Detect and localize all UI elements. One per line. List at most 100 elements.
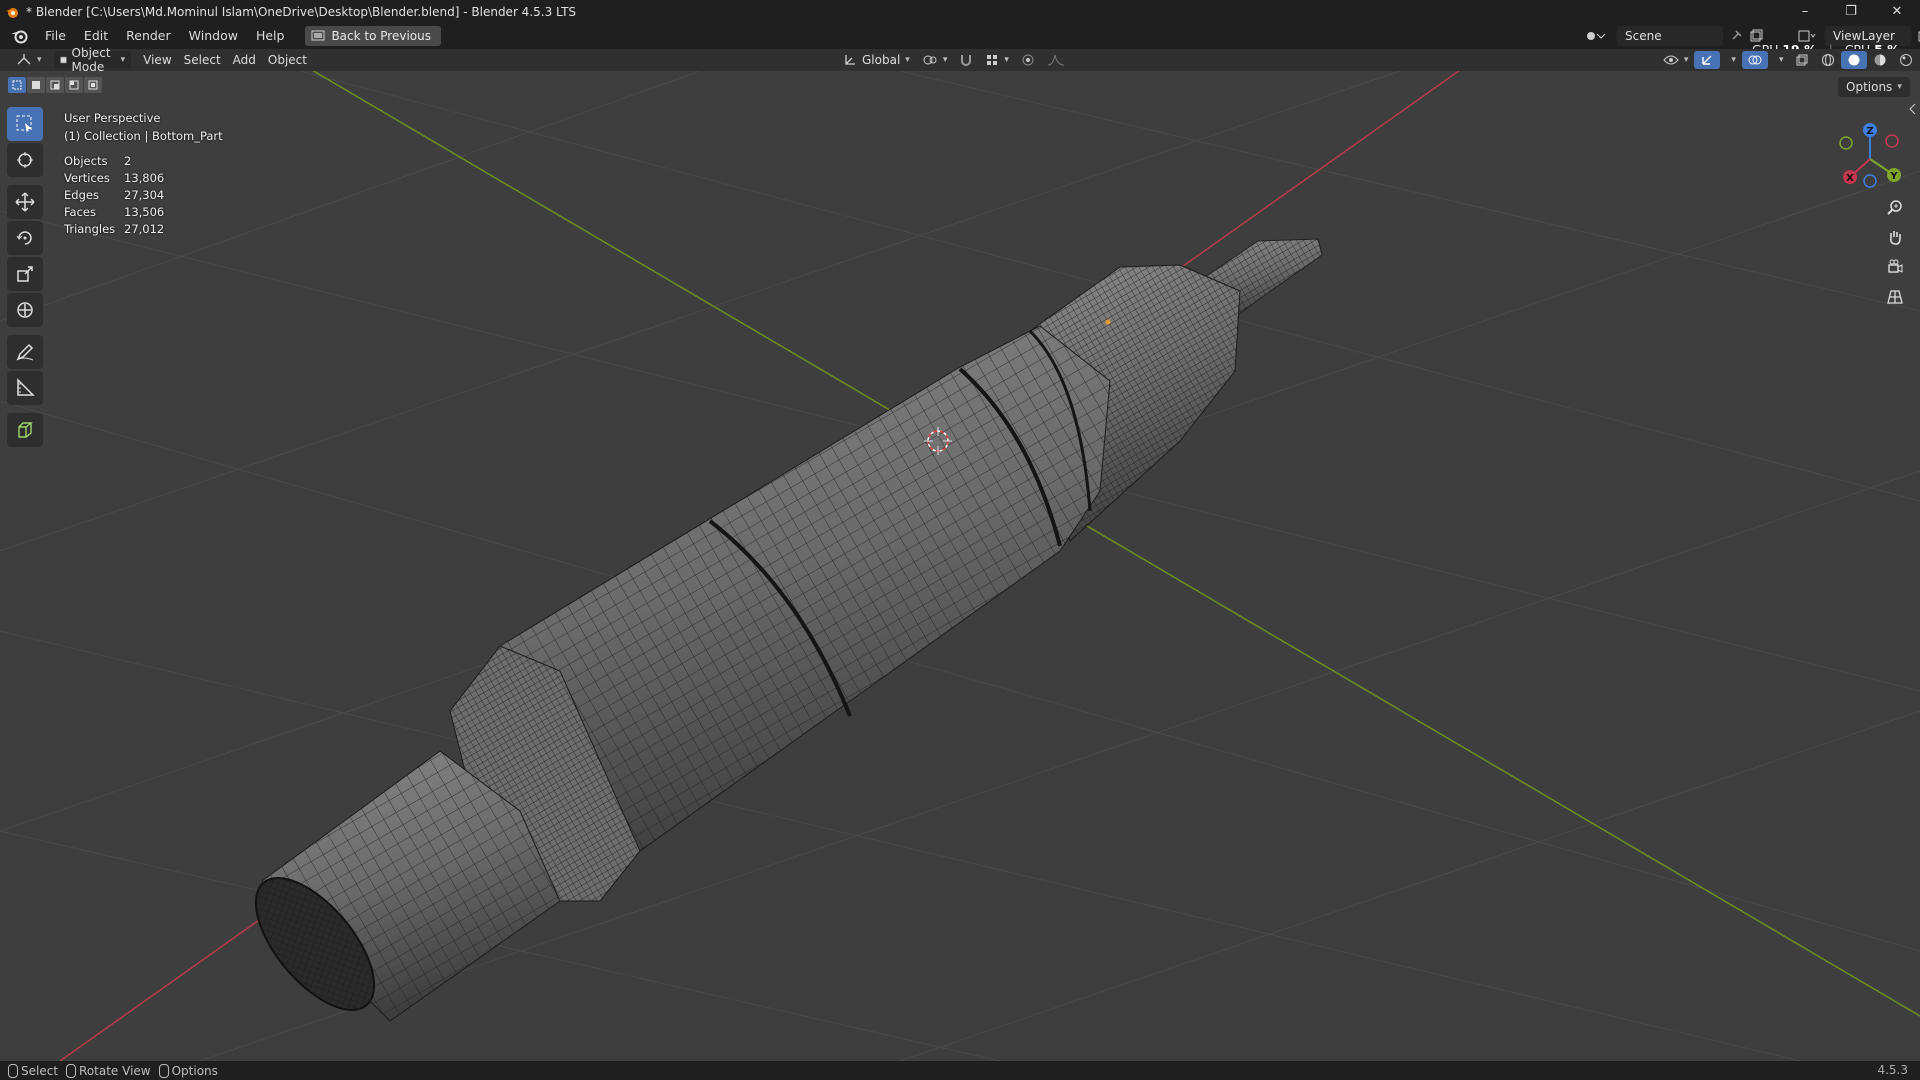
gizmo-toggle[interactable] [1694, 51, 1721, 69]
status-options: Options [158, 1063, 218, 1078]
scene-icon[interactable] [1585, 28, 1611, 44]
select-invert-mode-icon[interactable] [65, 77, 83, 93]
navigation-gizmo[interactable]: Z Y X [1830, 115, 1910, 195]
gizmo-neg-x[interactable] [1885, 134, 1899, 148]
pin-icon[interactable] [1729, 29, 1743, 43]
rotate-icon [16, 231, 32, 245]
scale-icon [17, 266, 33, 282]
gizmo-neg-y[interactable] [1839, 136, 1853, 150]
transform-orientation-dropdown[interactable]: Global ▾ [837, 51, 916, 69]
scene-statistics: Objects 2 Vertices 13,806 Edges 27,304 Face… [64, 153, 164, 238]
close-button[interactable]: ✕ [1874, 0, 1920, 23]
measure-tool[interactable] [7, 371, 43, 405]
sidebar-toggle-icon[interactable] [1908, 103, 1918, 115]
minimize-button[interactable]: – [1782, 0, 1828, 23]
move-tool[interactable] [7, 185, 43, 219]
gizmo-neg-z[interactable] [1863, 174, 1877, 188]
gizmo-icon [1702, 55, 1712, 65]
select-subtract-mode-icon[interactable] [46, 77, 64, 93]
add-cube-icon [18, 422, 33, 438]
view-layer-name: ViewLayer [1833, 29, 1895, 43]
pencil-icon [16, 343, 34, 361]
overlays-dropdown[interactable]: ▾ [1768, 51, 1790, 69]
menu-object[interactable]: Object [262, 51, 313, 69]
hand-icon [1890, 231, 1901, 245]
viewport-header: ▾ Object Mode ▾ View Select Add Object G… [0, 46, 1920, 74]
cursor-icon [17, 152, 33, 168]
menu-select[interactable]: Select [178, 51, 227, 69]
select-box-tool[interactable] [7, 107, 43, 141]
stat-row: Edges 27,304 [64, 187, 164, 204]
global-axes-icon [845, 55, 855, 65]
menu-render[interactable]: Render [117, 25, 180, 47]
camera-view-button[interactable] [1881, 253, 1909, 281]
mesh-object[interactable] [234, 238, 1323, 1030]
options-label: Options [1846, 80, 1893, 94]
menu-help[interactable]: Help [247, 25, 294, 47]
scale-tool[interactable] [7, 257, 43, 291]
stat-value: 13,506 [124, 205, 165, 219]
select-extend-mode-icon[interactable] [27, 77, 45, 93]
perspective-toggle-button[interactable] [1881, 283, 1909, 311]
select-intersect-mode-icon[interactable] [84, 77, 102, 93]
snap-toggle[interactable] [953, 51, 979, 69]
editor-type-button[interactable]: ▾ [10, 51, 48, 69]
proportional-edit-toggle[interactable] [1015, 51, 1041, 69]
eye-icon [1663, 55, 1679, 65]
scene-field[interactable]: Scene [1617, 26, 1723, 46]
menu-add[interactable]: Add [227, 51, 262, 69]
status-options-label: Options [171, 1063, 218, 1078]
selection-mode-buttons [8, 77, 102, 93]
grid-perspective-icon [1887, 290, 1903, 304]
camera-icon [1888, 259, 1903, 273]
visibility-dropdown[interactable]: ▾ [1657, 51, 1695, 69]
falloff-dropdown[interactable] [1041, 51, 1071, 69]
annotate-tool[interactable] [7, 335, 43, 369]
viewport-info: User Perspective (1) Collection | Bottom… [64, 109, 223, 145]
overlays-toggle[interactable] [1741, 51, 1768, 69]
stat-row: Triangles 27,012 [64, 221, 164, 238]
viewport-scene [0, 71, 1920, 1061]
status-rotate-label: Rotate View [79, 1063, 151, 1078]
add-cube-tool[interactable] [7, 413, 43, 447]
shading-rendered-button[interactable] [1893, 51, 1919, 69]
new-scene-icon[interactable] [1749, 29, 1763, 43]
gizmo-dropdown[interactable]: ▾ [1720, 51, 1742, 69]
shading-wireframe-button[interactable] [1815, 51, 1841, 69]
rotate-tool[interactable] [7, 221, 43, 255]
menu-window[interactable]: Window [180, 25, 247, 47]
rendered-sphere-icon [1900, 54, 1913, 66]
stat-value: 27,304 [124, 188, 165, 202]
blender-logo-icon[interactable] [8, 25, 30, 47]
pivot-point-dropdown[interactable]: ▾ [916, 51, 954, 69]
shading-material-button[interactable] [1867, 51, 1893, 69]
screen-icon [311, 30, 325, 41]
pivot-icon [923, 55, 937, 65]
menu-bar: File Edit Render Window Help Back to Pre… [0, 23, 1920, 57]
maximize-button[interactable]: ❐ [1828, 0, 1874, 23]
zoom-icon [1887, 200, 1902, 215]
stat-value: 2 [124, 154, 132, 168]
back-to-previous-button[interactable]: Back to Previous [305, 26, 441, 46]
select-new-mode-icon[interactable] [8, 77, 26, 93]
status-rotate-view: Rotate View [66, 1063, 151, 1078]
xray-toggle[interactable] [1789, 51, 1815, 69]
object-mode-dropdown[interactable]: Object Mode ▾ [53, 46, 132, 74]
snap-target-dropdown[interactable]: ▾ [979, 51, 1015, 69]
options-dropdown[interactable]: Options ▾ [1838, 77, 1910, 97]
shading-solid-button[interactable] [1841, 51, 1868, 69]
cursor-tool[interactable] [7, 143, 43, 177]
menu-file[interactable]: File [36, 25, 75, 47]
object-mode-label: Object Mode [71, 46, 111, 74]
stat-label: Objects [64, 154, 108, 168]
gizmo-x-label: X [1846, 173, 1854, 184]
stat-row: Faces 13,506 [64, 204, 164, 221]
transform-tool[interactable] [7, 293, 43, 327]
menu-view[interactable]: View [137, 51, 177, 69]
select-box-icon [16, 115, 32, 133]
stat-label: Triangles [64, 222, 116, 236]
pan-button[interactable] [1881, 223, 1909, 251]
menu-edit[interactable]: Edit [75, 25, 117, 47]
3d-viewport[interactable]: User Perspective (1) Collection | Bottom… [0, 71, 1920, 1061]
zoom-button[interactable] [1881, 193, 1909, 221]
